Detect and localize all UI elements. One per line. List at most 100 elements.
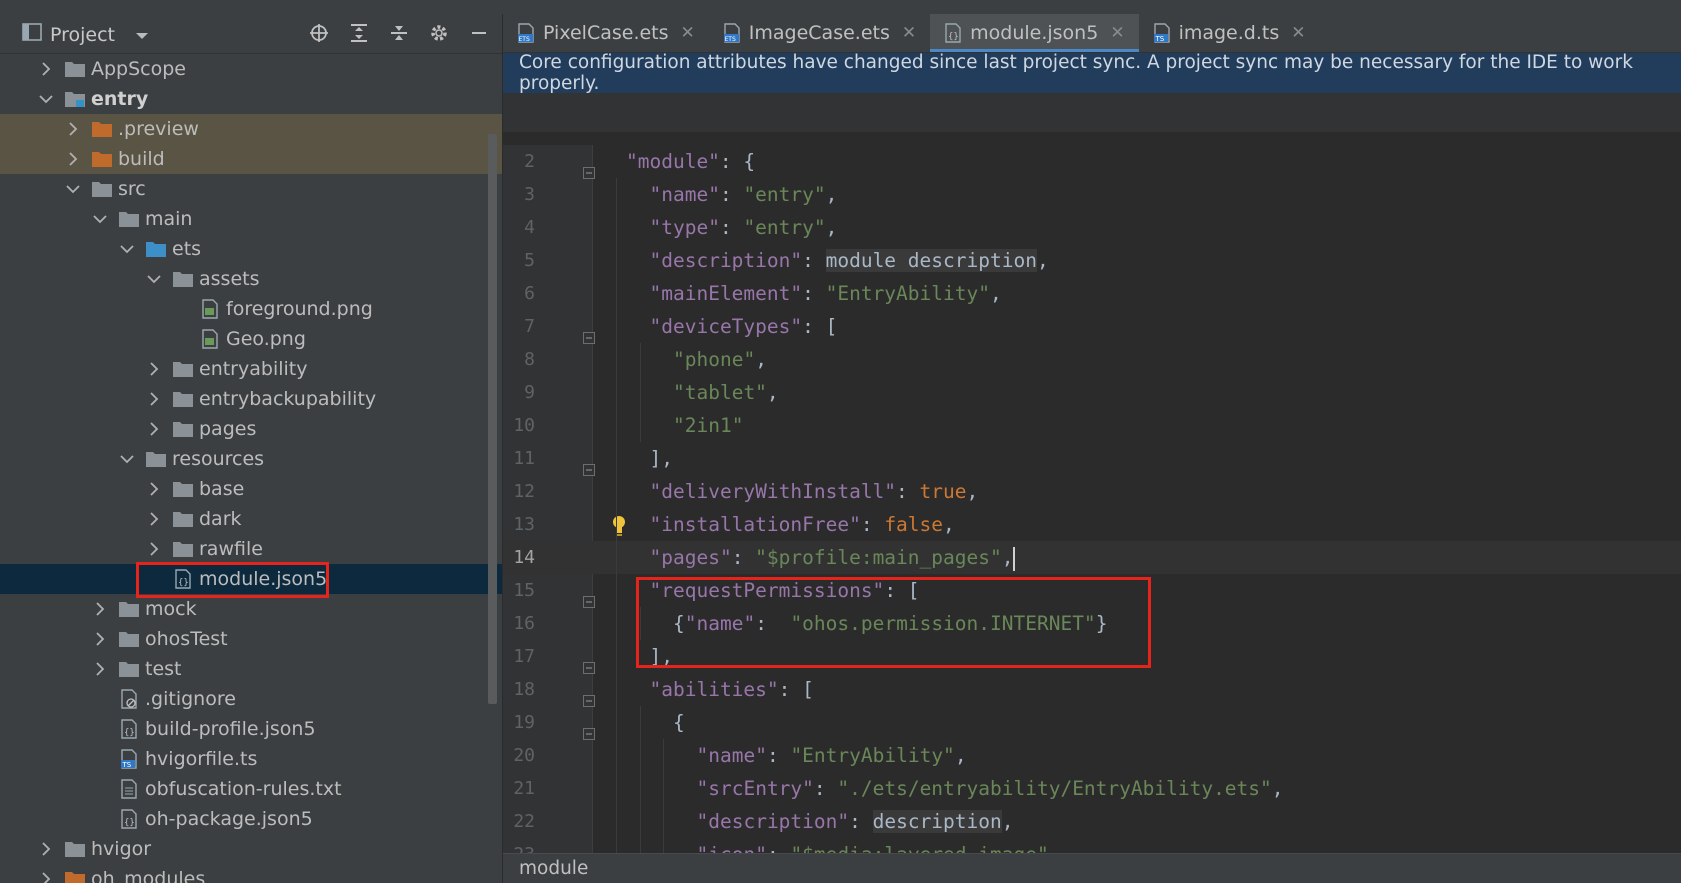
chevron-right-icon[interactable] bbox=[144, 359, 164, 379]
tree-item[interactable]: .preview bbox=[0, 114, 502, 144]
chevron-right-icon[interactable] bbox=[36, 839, 56, 859]
collapse-all-icon[interactable] bbox=[388, 22, 410, 44]
fold-marker-icon[interactable] bbox=[583, 717, 595, 740]
tree-item[interactable]: mock bbox=[0, 594, 502, 624]
code-line[interactable]: 18 "abilities": [ bbox=[503, 673, 1681, 707]
code-line[interactable]: 8 "phone", bbox=[503, 343, 1681, 376]
chevron-down-icon[interactable] bbox=[90, 209, 110, 229]
tree-item[interactable]: AppScope bbox=[0, 54, 502, 84]
close-icon[interactable]: ✕ bbox=[681, 23, 695, 43]
chevron-right-icon[interactable] bbox=[36, 869, 56, 883]
chevron-down-icon[interactable] bbox=[117, 239, 137, 259]
tree-item[interactable]: base bbox=[0, 474, 502, 504]
chevron-right-icon[interactable] bbox=[90, 659, 110, 679]
breadcrumb-module[interactable]: module bbox=[519, 858, 588, 879]
chevron-right-icon[interactable] bbox=[144, 389, 164, 409]
chevron-down-icon[interactable] bbox=[135, 24, 149, 46]
code-line[interactable]: 9 "tablet", bbox=[503, 376, 1681, 409]
chevron-right-icon[interactable] bbox=[36, 59, 56, 79]
code-line[interactable]: 20 "name": "EntryAbility", bbox=[503, 739, 1681, 772]
editor-tab[interactable]: ETS ImageCase.ets ✕ bbox=[709, 14, 930, 52]
tree-item[interactable]: oh_modules bbox=[0, 864, 502, 883]
chevron-right-icon[interactable] bbox=[144, 419, 164, 439]
minimize-icon[interactable] bbox=[468, 22, 490, 44]
code-text: "phone", bbox=[673, 343, 767, 376]
tree-item[interactable]: Geo.png bbox=[0, 324, 502, 354]
code-line[interactable]: 12 "deliveryWithInstall": true, bbox=[503, 475, 1681, 508]
locate-icon[interactable] bbox=[308, 22, 330, 44]
tree-item[interactable]: ets bbox=[0, 234, 502, 264]
tree-item[interactable]: {} oh-package.json5 bbox=[0, 804, 502, 834]
tree-item[interactable]: foreground.png bbox=[0, 294, 502, 324]
chevron-right-icon[interactable] bbox=[63, 119, 83, 139]
fold-marker-icon[interactable] bbox=[583, 453, 595, 476]
tree-item[interactable]: entryability bbox=[0, 354, 502, 384]
code-token: , bbox=[1049, 843, 1061, 853]
chevron-right-icon[interactable] bbox=[144, 479, 164, 499]
code-line[interactable]: 6 "mainElement": "EntryAbility", bbox=[503, 277, 1681, 310]
chevron-right-icon[interactable] bbox=[90, 599, 110, 619]
tree-item[interactable]: TS hvigorfile.ts bbox=[0, 744, 502, 774]
editor-tab[interactable]: TS image.d.ts ✕ bbox=[1139, 14, 1320, 52]
chevron-down-icon[interactable] bbox=[63, 179, 83, 199]
project-view-selector[interactable]: Project bbox=[22, 23, 149, 46]
code-line[interactable]: 2 "module": { bbox=[503, 145, 1681, 179]
code-line[interactable]: 4 "type": "entry", bbox=[503, 211, 1681, 244]
gear-icon[interactable] bbox=[428, 22, 450, 44]
code-line[interactable]: 14 "pages": "$profile:main_pages", bbox=[503, 541, 1681, 574]
code-line[interactable]: 13 "installationFree": false, bbox=[503, 508, 1681, 541]
code-line[interactable]: 5 "description": module description, bbox=[503, 244, 1681, 277]
tree-item[interactable]: main bbox=[0, 204, 502, 234]
code-token: "name" bbox=[696, 744, 767, 767]
chevron-right-icon[interactable] bbox=[144, 539, 164, 559]
editor-tab[interactable]: {} module.json5 ✕ bbox=[930, 14, 1140, 52]
code-line[interactable]: 23 "icon": "$media:layered_image", bbox=[503, 838, 1681, 853]
project-scrollbar[interactable] bbox=[488, 134, 497, 704]
close-icon[interactable]: ✕ bbox=[1110, 23, 1124, 43]
tree-item[interactable]: rawfile bbox=[0, 534, 502, 564]
fold-marker-icon[interactable] bbox=[583, 585, 595, 608]
code-token: : bbox=[767, 843, 790, 853]
code-line[interactable]: 22 "description": description, bbox=[503, 805, 1681, 838]
tree-item[interactable]: resources bbox=[0, 444, 502, 474]
tree-item[interactable]: obfuscation-rules.txt bbox=[0, 774, 502, 804]
fold-marker-icon[interactable] bbox=[583, 321, 595, 344]
editor-tab[interactable]: ETS PixelCase.ets ✕ bbox=[503, 14, 709, 52]
folder-icon bbox=[172, 420, 194, 438]
tree-item[interactable]: hvigor bbox=[0, 834, 502, 864]
code-token: "EntryAbility" bbox=[825, 282, 990, 305]
close-icon[interactable]: ✕ bbox=[1291, 23, 1305, 43]
chevron-down-icon[interactable] bbox=[36, 89, 56, 109]
tree-item[interactable]: test bbox=[0, 654, 502, 684]
code-line[interactable]: 19 { bbox=[503, 706, 1681, 740]
expand-all-icon[interactable] bbox=[348, 22, 370, 44]
code-line[interactable]: 21 "srcEntry": "./ets/entryability/EntryA… bbox=[503, 772, 1681, 805]
tree-item[interactable]: pages bbox=[0, 414, 502, 444]
tree-item[interactable]: src bbox=[0, 174, 502, 204]
code-line[interactable]: 10 "2in1" bbox=[503, 409, 1681, 442]
folder-icon bbox=[118, 600, 140, 618]
tree-item[interactable]: entry bbox=[0, 84, 502, 114]
tree-item[interactable]: build bbox=[0, 144, 502, 174]
project-view-icon bbox=[22, 23, 42, 46]
chevron-right-icon[interactable] bbox=[63, 149, 83, 169]
tree-item[interactable]: .gitignore bbox=[0, 684, 502, 714]
module-folder-icon bbox=[64, 90, 86, 108]
code-line[interactable]: 7 "deviceTypes": [ bbox=[503, 310, 1681, 344]
fold-marker-icon[interactable] bbox=[583, 156, 595, 179]
fold-marker-icon[interactable] bbox=[583, 651, 595, 674]
tree-item[interactable]: assets bbox=[0, 264, 502, 294]
tree-item[interactable]: ohosTest bbox=[0, 624, 502, 654]
fold-marker-icon[interactable] bbox=[583, 684, 595, 707]
tree-item[interactable]: dark bbox=[0, 504, 502, 534]
code-line[interactable]: 3 "name": "entry", bbox=[503, 178, 1681, 211]
chevron-down-icon[interactable] bbox=[117, 449, 137, 469]
close-icon[interactable]: ✕ bbox=[902, 23, 916, 43]
chevron-down-icon[interactable] bbox=[144, 269, 164, 289]
code-editor[interactable]: 2 "module": {3 "name": "entry", 4 "type": "e… bbox=[503, 145, 1681, 853]
chevron-right-icon[interactable] bbox=[90, 629, 110, 649]
code-line[interactable]: 11], bbox=[503, 442, 1681, 476]
tree-item[interactable]: {} build-profile.json5 bbox=[0, 714, 502, 744]
tree-item[interactable]: entrybackupability bbox=[0, 384, 502, 414]
chevron-right-icon[interactable] bbox=[144, 509, 164, 529]
